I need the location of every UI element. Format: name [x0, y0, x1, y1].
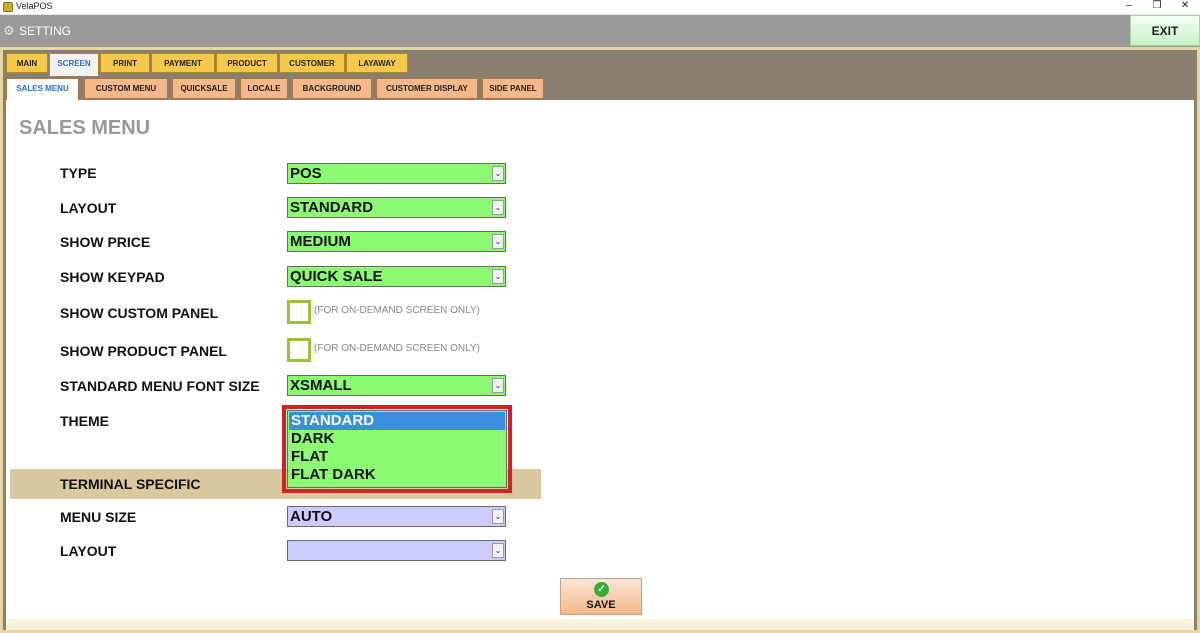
restore-icon[interactable]: ❐ — [1144, 0, 1170, 14]
tab-layaway[interactable]: LAYAWAY — [346, 53, 408, 73]
close-icon[interactable]: ✕ — [1172, 0, 1198, 14]
exit-button[interactable]: EXIT — [1130, 15, 1200, 46]
show-custom-panel-checkbox[interactable] — [287, 300, 311, 324]
menu-size-label: MENU SIZE — [60, 509, 137, 525]
content-bottom-strip — [6, 619, 1194, 630]
chevron-down-icon[interactable]: ⌄ — [492, 200, 504, 215]
font-size-label: STANDARD MENU FONT SIZE — [60, 378, 260, 394]
show-price-select[interactable]: MEDIUM ⌄ — [287, 231, 506, 252]
show-keypad-value: QUICK SALE — [290, 268, 383, 285]
show-product-panel-label: SHOW PRODUCT PANEL — [60, 343, 227, 359]
chevron-down-icon[interactable]: ⌄ — [492, 509, 504, 524]
minimize-icon[interactable]: – — [1116, 0, 1142, 14]
product-panel-note: (FOR ON-DEMAND SCREEN ONLY) — [314, 343, 480, 354]
tab-main[interactable]: MAIN — [6, 53, 48, 73]
tab-customer[interactable]: CUSTOMER — [279, 53, 345, 73]
theme-option-standard[interactable]: STANDARD — [289, 412, 505, 430]
terminal-layout-select[interactable]: ⌄ — [287, 540, 506, 561]
show-price-value: MEDIUM — [290, 233, 351, 250]
layout-label: LAYOUT — [60, 200, 117, 216]
check-icon: ✓ — [594, 582, 609, 597]
tab-payment[interactable]: PAYMENT — [151, 53, 215, 73]
tab-screen[interactable]: SCREEN — [49, 53, 99, 76]
layout-select[interactable]: STANDARD ⌄ — [287, 197, 506, 218]
show-price-label: SHOW PRICE — [60, 234, 151, 250]
terminal-specific-heading: TERMINAL SPECIFIC — [60, 476, 201, 492]
subtab-custom-menu[interactable]: CUSTOM MENU — [84, 78, 168, 99]
show-keypad-select[interactable]: QUICK SALE ⌄ — [287, 266, 506, 287]
theme-option-dark[interactable]: DARK — [289, 430, 505, 448]
subtab-locale[interactable]: LOCALE — [240, 78, 288, 99]
chevron-down-icon[interactable]: ⌄ — [492, 543, 504, 558]
save-button[interactable]: ✓ SAVE — [560, 578, 642, 615]
show-product-panel-checkbox[interactable] — [287, 338, 311, 362]
theme-option-flat[interactable]: FLAT — [289, 448, 505, 466]
show-keypad-label: SHOW KEYPAD — [60, 269, 165, 285]
save-label: SAVE — [586, 599, 616, 611]
show-custom-panel-label: SHOW CUSTOM PANEL — [60, 305, 219, 321]
theme-option-flat-dark[interactable]: FLAT DARK — [289, 466, 505, 484]
subtab-customer-display[interactable]: CUSTOMER DISPLAY — [376, 78, 478, 99]
chevron-down-icon[interactable]: ⌄ — [492, 234, 504, 249]
type-value: POS — [290, 165, 322, 182]
settings-content-panel — [6, 100, 1194, 619]
settings-header: ⚙ SETTING — [0, 15, 1200, 47]
chevron-down-icon[interactable]: ⌄ — [492, 269, 504, 284]
subtab-background[interactable]: BACKGROUND — [292, 78, 372, 99]
header-title: SETTING — [19, 24, 72, 38]
font-size-value: XSMALL — [290, 377, 352, 394]
terminal-layout-label: LAYOUT — [60, 543, 117, 559]
gear-icon: ⚙ — [3, 23, 15, 38]
menu-size-select[interactable]: AUTO ⌄ — [287, 506, 506, 527]
window-title: VelaPOS — [16, 1, 53, 11]
type-select[interactable]: POS ⌄ — [287, 163, 506, 184]
menu-size-value: AUTO — [290, 508, 333, 525]
tab-product[interactable]: PRODUCT — [216, 53, 278, 73]
type-label: TYPE — [60, 165, 97, 181]
chevron-down-icon[interactable]: ⌄ — [492, 378, 504, 393]
chevron-down-icon[interactable]: ⌄ — [492, 166, 504, 181]
app-logo-icon — [3, 2, 13, 12]
page-title: SALES MENU — [19, 117, 151, 139]
subtab-quicksale[interactable]: QUICKSALE — [172, 78, 236, 99]
tab-print[interactable]: PRINT — [100, 53, 150, 73]
theme-label: THEME — [60, 413, 109, 429]
theme-listbox[interactable]: STANDARD DARK FLAT FLAT DARK — [287, 410, 507, 488]
layout-value: STANDARD — [290, 199, 374, 216]
subtab-sales-menu[interactable]: SALES MENU — [6, 78, 79, 101]
font-size-select[interactable]: XSMALL ⌄ — [287, 375, 506, 396]
subtab-side-panel[interactable]: SIDE PANEL — [482, 78, 544, 99]
window-title-bar: VelaPOS – ❐ ✕ — [0, 0, 1200, 15]
custom-panel-note: (FOR ON-DEMAND SCREEN ONLY) — [314, 305, 480, 316]
